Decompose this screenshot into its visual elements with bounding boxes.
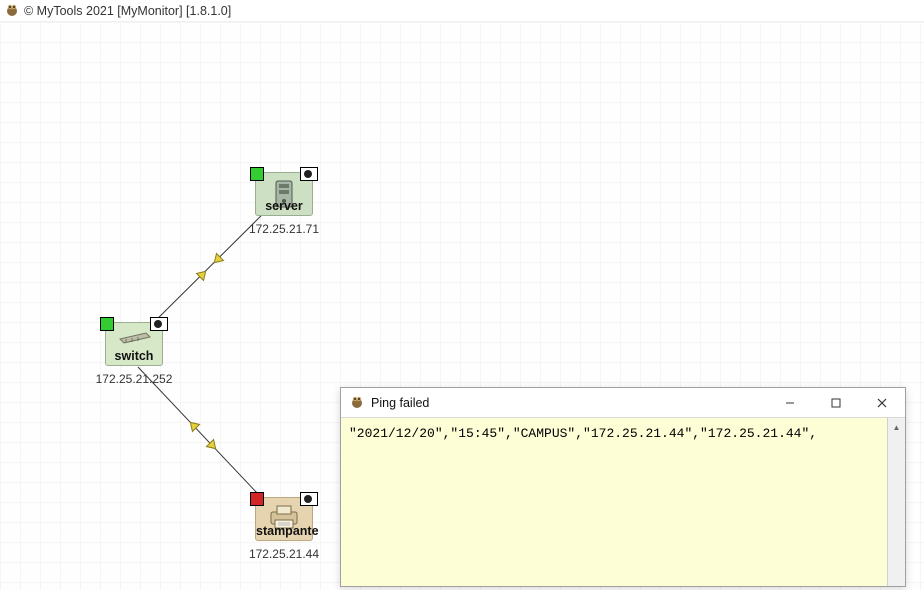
log-output[interactable]: "2021/12/20","15:45","CAMPUS","172.25.21… [345, 422, 887, 582]
node-label: switch [106, 349, 162, 363]
node-ip: 172.25.21.71 [244, 222, 324, 236]
ping-failed-window[interactable]: Ping failed "2021/12/20","15:45","CAMPUS… [340, 387, 906, 587]
owl-icon [4, 1, 20, 20]
status-indicator [250, 492, 264, 506]
camera-icon [150, 317, 168, 331]
node-server[interactable]: server 172.25.21.71 [244, 172, 324, 236]
main-title-bar: © MyTools 2021 [MyMonitor] [1.8.1.0] [0, 0, 924, 22]
popup-title-bar[interactable]: Ping failed [341, 388, 905, 418]
main-window-title: © MyTools 2021 [MyMonitor] [1.8.1.0] [24, 4, 231, 18]
owl-icon [349, 393, 365, 412]
status-indicator [250, 167, 264, 181]
node-switch[interactable]: switch 172.25.21.252 [94, 322, 174, 386]
maximize-button[interactable] [813, 388, 859, 417]
minimize-button[interactable] [767, 388, 813, 417]
node-printer[interactable]: stampante 172.25.21.44 [244, 497, 324, 561]
status-indicator [100, 317, 114, 331]
close-button[interactable] [859, 388, 905, 417]
vertical-scrollbar[interactable]: ▲ [887, 418, 905, 586]
camera-icon [300, 167, 318, 181]
popup-title: Ping failed [371, 396, 429, 410]
node-label: stampante [256, 524, 312, 538]
node-ip: 172.25.21.44 [244, 547, 324, 561]
camera-icon [300, 492, 318, 506]
node-ip: 172.25.21.252 [94, 372, 174, 386]
scroll-up-icon[interactable]: ▲ [888, 418, 905, 436]
node-label: server [256, 199, 312, 213]
